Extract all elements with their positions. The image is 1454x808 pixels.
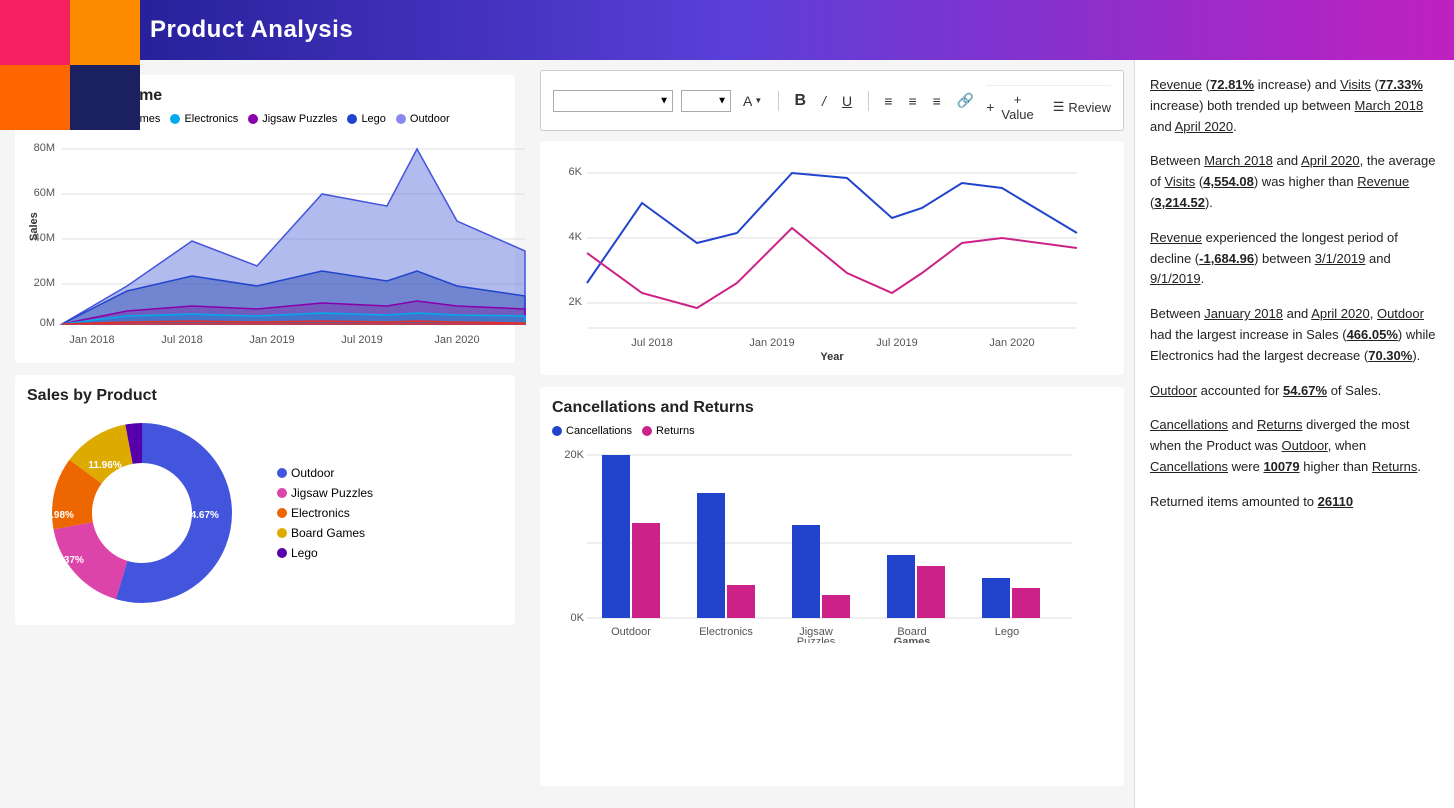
svg-text:Jan 2019: Jan 2019 [249,334,294,346]
insight-3: Revenue experienced the longest period o… [1150,228,1439,290]
font-color-chevron: ▼ [754,96,762,105]
middle-panel: ▼ ▼ A ▼ B / U ≡ ≡ ≡ 🔗 + [530,60,1134,808]
cancellations-title: Cancellations and Returns [552,399,1112,417]
revenue-visits-chart: 6K 4K 2K Jul 2018 Jan 2019 Jul 2019 Jan … [552,153,1082,363]
left-panel: Sales across time Product Board Games El… [0,60,530,808]
cancellations-container: Cancellations and Returns Cancellations … [540,387,1124,786]
link-button[interactable]: 🔗 [953,90,978,111]
logo-tr [70,0,140,65]
value-label: + Value [998,92,1036,122]
logo-br [70,65,140,130]
italic-button[interactable]: / [818,91,830,111]
insight-4: Between January 2018 and April 2020, Out… [1150,304,1439,366]
svg-text:0K: 0K [571,612,585,624]
legend-jigsaw: Jigsaw Puzzles [248,113,337,125]
cancellations-label: Cancellations [566,425,632,437]
logo-area [0,0,140,130]
svg-text:80M: 80M [34,142,55,154]
insight-2: Between March 2018 and April 2020, the a… [1150,151,1439,213]
svg-text:Jul 2019: Jul 2019 [876,337,918,349]
donut-chart: 11.96% 12.98% 17.37% 54.67% [27,413,257,613]
size-dropdown[interactable] [681,90,731,112]
review-icon: ☰ [1053,99,1065,115]
svg-text:Lego: Lego [995,626,1019,638]
svg-text:Outdoor: Outdoor [611,626,651,638]
align-right-button[interactable]: ≡ [929,91,945,111]
size-dropdown-wrapper[interactable]: ▼ [681,90,731,112]
legend-electronics: Electronics [170,113,238,125]
svg-text:11.96%: 11.96% [88,460,121,471]
review-button[interactable]: ☰ Review [1053,92,1111,122]
bar-chart: 20K 0K [552,443,1082,643]
svg-text:4K: 4K [569,231,583,243]
revenue-visits-container: 6K 4K 2K Jul 2018 Jan 2019 Jul 2019 Jan … [540,141,1124,375]
insight-7: Returned items amounted to 26110 [1150,492,1439,513]
align-center-button[interactable]: ≡ [904,91,920,111]
donut-legend-lego: Lego [277,546,373,560]
returns-label: Returns [656,425,695,437]
legend-outdoor: Outdoor [396,113,450,125]
svg-text:20K: 20K [564,449,584,461]
plus-icon: + [986,99,994,115]
sales-by-product-container: Sales by Product [15,375,515,625]
font-dropdown-wrapper[interactable]: ▼ [553,90,673,112]
svg-text:60M: 60M [34,187,55,199]
svg-text:Games: Games [894,636,931,643]
donut-legend-outdoor: Outdoor [277,466,373,480]
bold-button[interactable]: B [790,90,810,112]
value-button[interactable]: + + Value [986,92,1036,122]
svg-text:17.37%: 17.37% [50,555,84,566]
font-color-button[interactable]: A ▼ [739,91,766,111]
right-panel: Revenue (72.81% increase) and Visits (77… [1134,60,1454,808]
sales-product-title: Sales by Product [27,387,503,405]
svg-text:Puzzles: Puzzles [797,636,836,643]
toolbar: ▼ ▼ A ▼ B / U ≡ ≡ ≡ 🔗 + [540,70,1124,131]
svg-text:Year: Year [820,351,844,363]
svg-text:12.98%: 12.98% [40,510,74,521]
svg-text:Electronics: Electronics [699,626,753,638]
insight-5: Outdoor accounted for 54.67% of Sales. [1150,381,1439,402]
donut-section: 11.96% 12.98% 17.37% 54.67% Outdoor Jigs… [27,413,503,613]
underline-button[interactable]: U [838,91,856,111]
legend-returns: Returns [642,425,695,437]
review-label: Review [1068,100,1111,115]
svg-text:Jan 2020: Jan 2020 [434,334,479,346]
main-content: Sales across time Product Board Games El… [0,60,1454,808]
svg-text:Sales: Sales [28,212,40,241]
svg-text:Jan 2018: Jan 2018 [69,334,114,346]
svg-text:Jan 2020: Jan 2020 [989,337,1034,349]
font-dropdown[interactable] [553,90,673,112]
svg-text:Jul 2018: Jul 2018 [161,334,203,346]
donut-legend-electronics: Electronics [277,506,373,520]
page-title: Product Analysis [150,16,353,44]
svg-text:20M: 20M [34,277,55,289]
logo-tl [0,0,70,65]
cancellations-legend: Cancellations Returns [552,425,1112,437]
logo-bl [0,65,70,130]
font-color-icon: A [743,93,752,109]
insight-1: Revenue (72.81% increase) and Visits (77… [1150,75,1439,137]
legend-cancellations: Cancellations [552,425,632,437]
donut-legend-board-games: Board Games [277,526,373,540]
donut-legend: Outdoor Jigsaw Puzzles Electronics Board… [277,466,373,560]
align-left-button[interactable]: ≡ [880,91,896,111]
svg-text:Jan 2019: Jan 2019 [749,337,794,349]
legend-lego: Lego [347,113,385,125]
svg-text:2K: 2K [569,296,583,308]
svg-text:54.67%: 54.67% [185,510,219,521]
header: Product Analysis [0,0,1454,60]
svg-text:Jul 2019: Jul 2019 [341,334,383,346]
insight-6: Cancellations and Returns diverged the m… [1150,415,1439,477]
svg-text:Jul 2018: Jul 2018 [631,337,673,349]
sales-time-chart: 80M 60M 40M 20M 0M [27,131,527,351]
svg-text:6K: 6K [569,166,583,178]
svg-text:Year: Year [280,350,304,351]
donut-legend-jigsaw: Jigsaw Puzzles [277,486,373,500]
svg-text:0M: 0M [40,317,55,329]
